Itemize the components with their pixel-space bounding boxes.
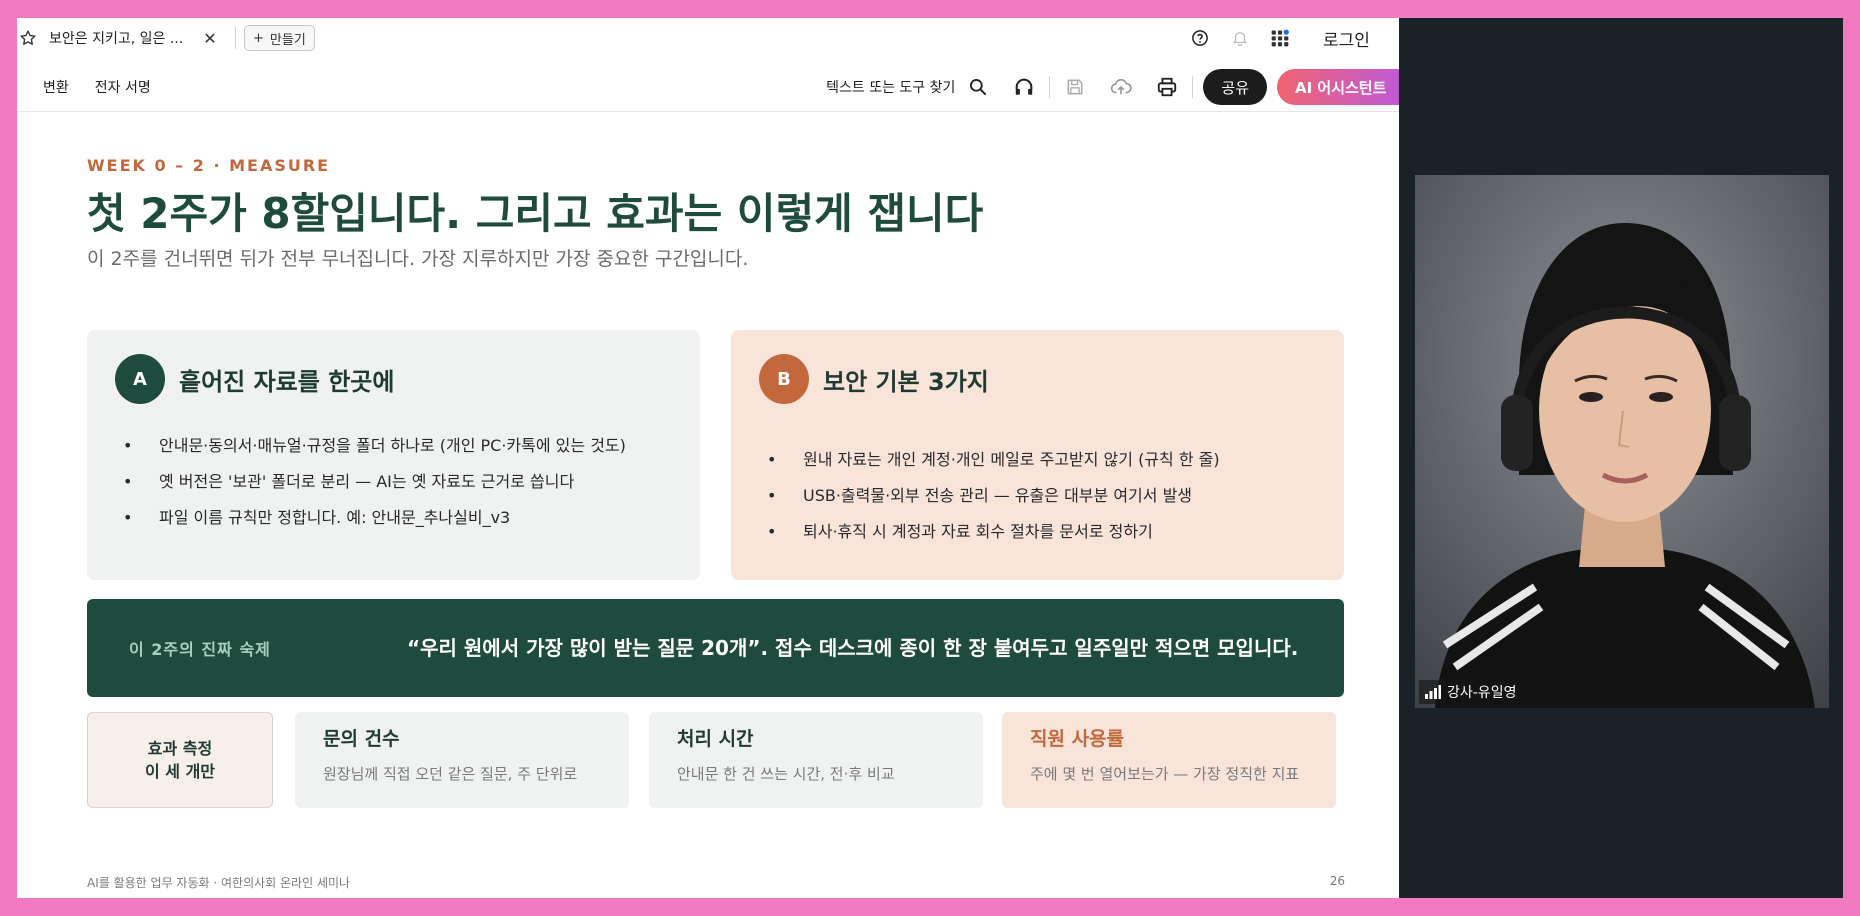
metric-staff-usage: 직원 사용률 주에 몇 번 열어보는가 — 가장 정직한 지표 (1002, 712, 1336, 808)
metric-description: 원장님께 직접 오던 같은 질문, 주 단위로 (323, 765, 578, 783)
homework-banner: 이 2주의 진짜 숙제 “우리 원에서 가장 많이 받는 질문 20개”. 접수… (87, 599, 1344, 697)
slide-subtitle: 이 2주를 건너뛰면 뒤가 전부 무너집니다. 가장 지루하지만 가장 중요한 … (87, 248, 749, 270)
plus-icon: + (253, 30, 264, 46)
list-item: USB·출력물·외부 전송 관리 — 유출은 대부분 여기서 발생 (759, 484, 1316, 508)
ai-assistant-label: AI 어시스턴트 (1295, 78, 1387, 97)
webcam-video: 강사-유일영 (1415, 175, 1829, 708)
card-title: 흩어진 자료를 한곳에 (179, 367, 395, 396)
page-number: 26 (1329, 874, 1345, 888)
login-link[interactable]: 로그인 (1323, 26, 1399, 51)
search-icon[interactable] (965, 67, 991, 107)
slide-page: WEEK 0 – 2 · MEASURE 첫 2주가 8할입니다. 그리고 효과… (17, 114, 1399, 898)
menu-convert[interactable]: 변환 (43, 77, 69, 97)
metrics-lead-line: 이 세 개만 (144, 762, 216, 781)
metric-processing-time: 처리 시간 안내문 한 건 쓰는 시간, 전·후 비교 (649, 712, 983, 808)
badge-b: B (759, 354, 809, 404)
toolbar-divider (1049, 76, 1051, 98)
banner-text: “우리 원에서 가장 많이 받는 질문 20개”. 접수 데스크에 종이 한 장… (407, 635, 1299, 660)
save-icon[interactable] (1052, 67, 1098, 107)
bullet-list: 원내 자료는 개인 계정·개인 메일로 주고받지 않기 (규칙 한 줄) USB… (759, 448, 1316, 544)
headphones-icon[interactable] (1001, 67, 1047, 107)
toolbar-actions: 텍스트 또는 도구 찾기 공유 AI 어시스턴트 (826, 62, 1399, 112)
bell-icon[interactable] (1229, 27, 1251, 49)
browser-tab-bar: 보안은 지키고, 일은 ... ✕ + 만들기 로그인 (17, 18, 1399, 58)
metric-title: 처리 시간 (677, 728, 754, 750)
card-consolidate-materials: A 흩어진 자료를 한곳에 안내문·동의서·매뉴얼·규정을 폴더 하나로 (개인… (87, 330, 700, 580)
create-label: 만들기 (269, 32, 306, 48)
slide-footer: AI를 활용한 업무 자동화 · 여한의사회 온라인 세미나 (87, 876, 351, 890)
card-security-basics: B 보안 기본 3가지 원내 자료는 개인 계정·개인 메일로 주고받지 않기 … (731, 330, 1344, 580)
metric-description: 안내문 한 건 쓰는 시간, 전·후 비교 (677, 765, 895, 783)
screen-frame: 보안은 지키고, 일은 ... ✕ + 만들기 로그인 변환 전자 서명 텍스트… (17, 18, 1843, 898)
close-icon[interactable]: ✕ (201, 29, 219, 48)
bullet-list: 안내문·동의서·매뉴얼·규정을 폴더 하나로 (개인 PC·카톡에 있는 것도)… (115, 434, 672, 530)
badge-a: A (115, 354, 165, 404)
metrics-row: 효과 측정 이 세 개만 문의 건수 원장님께 직접 오던 같은 질문, 주 단… (87, 712, 1344, 808)
metric-inquiries: 문의 건수 원장님께 직접 오던 같은 질문, 주 단위로 (295, 712, 629, 808)
participant-name-tag: 강사-유일영 (1419, 680, 1523, 704)
slide-eyebrow: WEEK 0 – 2 · MEASURE (87, 156, 331, 175)
star-icon[interactable] (17, 27, 39, 49)
document-toolbar: 변환 전자 서명 텍스트 또는 도구 찾기 공유 AI 어시스턴트 (17, 62, 1399, 112)
metric-title: 문의 건수 (323, 728, 400, 750)
pdf-viewer-window: 보안은 지키고, 일은 ... ✕ + 만들기 로그인 변환 전자 서명 텍스트… (17, 18, 1399, 898)
metrics-lead-line: 효과 측정 (147, 739, 213, 758)
signal-bars-icon (1425, 685, 1441, 699)
ai-assistant-button[interactable]: AI 어시스턴트 (1277, 69, 1399, 105)
participant-name: 강사-유일영 (1447, 685, 1517, 701)
list-item: 안내문·동의서·매뉴얼·규정을 폴더 하나로 (개인 PC·카톡에 있는 것도) (115, 434, 672, 458)
help-icon[interactable] (1189, 27, 1211, 49)
print-icon[interactable] (1144, 67, 1190, 107)
metric-title: 직원 사용률 (1030, 728, 1125, 750)
active-tab[interactable]: 보안은 지키고, 일은 ... ✕ (17, 18, 227, 58)
list-item: 원내 자료는 개인 계정·개인 메일로 주고받지 않기 (규칙 한 줄) (759, 448, 1316, 472)
card-title: 보안 기본 3가지 (823, 367, 989, 396)
list-item: 퇴사·휴직 시 계정과 자료 회수 절차를 문서로 정하기 (759, 520, 1316, 544)
list-item: 옛 버전은 '보관' 폴더로 분리 — AI는 옛 자료도 근거로 씁니다 (115, 470, 672, 494)
metric-description: 주에 몇 번 열어보는가 — 가장 정직한 지표 (1030, 765, 1300, 783)
create-button[interactable]: + 만들기 (244, 25, 315, 51)
list-item: 파일 이름 규칙만 정합니다. 예: 안내문_추나실비_v3 (115, 506, 672, 530)
menu-e-sign[interactable]: 전자 서명 (95, 77, 151, 97)
metrics-lead-box: 효과 측정 이 세 개만 (87, 712, 273, 808)
presenter-video-feed (1415, 175, 1829, 708)
cloud-upload-icon[interactable] (1098, 67, 1144, 107)
banner-label: 이 2주의 진짜 숙제 (129, 640, 271, 659)
tab-divider (235, 27, 236, 49)
tab-title: 보안은 지키고, 일은 ... (49, 31, 184, 47)
find-tools-label[interactable]: 텍스트 또는 도구 찾기 (826, 77, 955, 97)
tab-bar-actions: 로그인 (1189, 18, 1399, 58)
toolbar-divider (1192, 76, 1194, 98)
apps-grid-icon[interactable] (1269, 27, 1291, 49)
slide-headline: 첫 2주가 8할입니다. 그리고 효과는 이렇게 잽니다 (87, 189, 984, 238)
share-button[interactable]: 공유 (1203, 69, 1267, 105)
